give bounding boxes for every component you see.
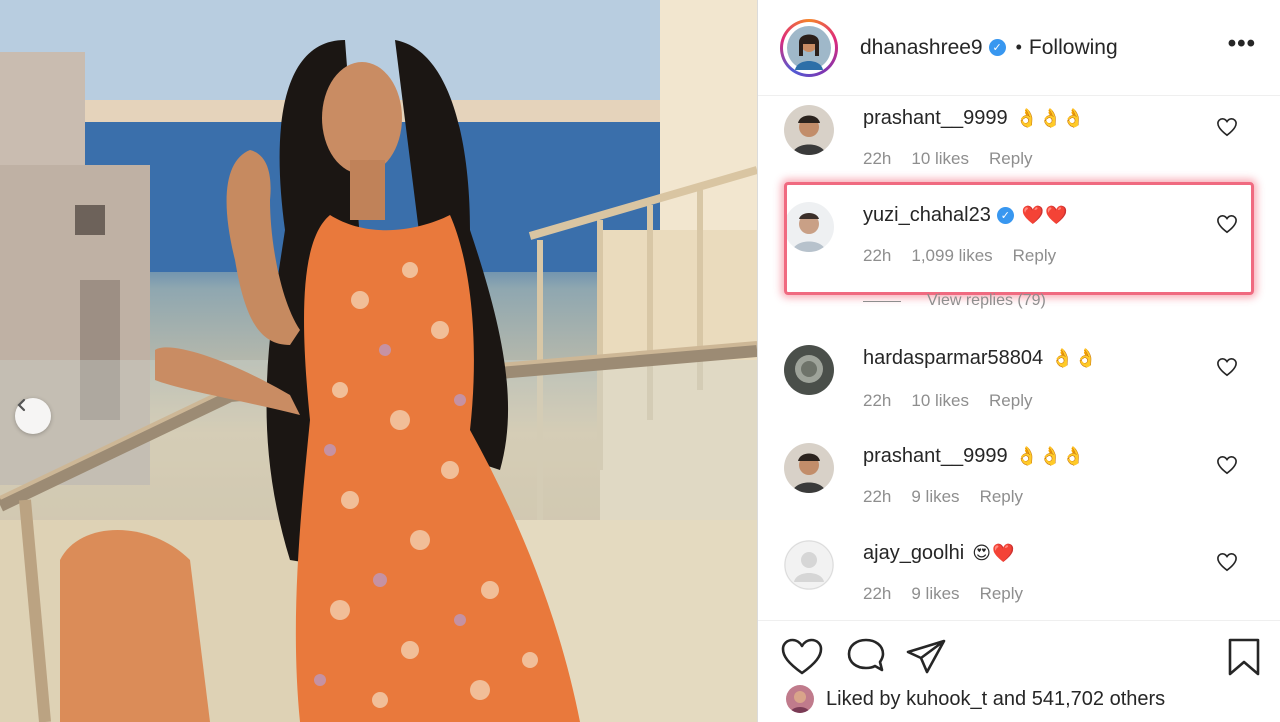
comment-text: 👌👌 [1051, 348, 1098, 368]
comment-username[interactable]: prashant__9999 [863, 107, 1008, 130]
chevron-left-icon [17, 398, 26, 412]
verified-badge-icon: ✓ [988, 39, 1006, 56]
comment-bubble-icon[interactable] [844, 637, 888, 677]
reply-button[interactable]: Reply [989, 391, 1032, 411]
comment-username[interactable]: hardasparmar58804 [863, 347, 1043, 370]
avatar-image [786, 685, 814, 713]
comment-age: 22h [863, 391, 892, 410]
avatar-image [784, 443, 834, 493]
comment-list[interactable]: prashant__9999 👌👌👌 22h 10 likes Reply yu… [758, 97, 1280, 619]
like-comment-heart-icon[interactable] [1216, 455, 1238, 475]
liked-by-prefix: Liked by [826, 687, 901, 710]
post-actions: Liked by kuhook_t and 541,702 others [758, 620, 1280, 722]
separator-dot: • [1015, 37, 1022, 57]
comment-username[interactable]: ajay_goolhi [863, 542, 964, 565]
instagram-post-view: dhanashree9 ✓ • Following ••• prashant__… [0, 0, 1280, 722]
author-avatar[interactable] [780, 18, 838, 77]
comment-item: ajay_goolhi 😍❤️ 22h 9 likes Reply [758, 534, 1280, 619]
highlight-box [784, 182, 1254, 295]
save-bookmark-icon[interactable] [1222, 637, 1266, 677]
comment-text: 👌👌👌 [1015, 108, 1086, 128]
commenter-avatar[interactable] [784, 105, 834, 155]
liked-by-and: and [992, 687, 1027, 710]
avatar-image [784, 105, 834, 155]
share-send-icon[interactable] [904, 637, 948, 677]
like-heart-icon[interactable] [780, 637, 824, 677]
previous-photo-button[interactable] [15, 398, 51, 434]
like-comment-heart-icon[interactable] [1216, 552, 1238, 572]
comment-item: hardasparmar58804 👌👌 22h 10 likes Reply [758, 339, 1280, 429]
comment-age: 22h [863, 149, 892, 168]
reply-button[interactable]: Reply [989, 149, 1032, 169]
comment-age: 22h [863, 487, 892, 506]
post-header: dhanashree9 ✓ • Following ••• [758, 0, 1280, 96]
more-options-icon[interactable]: ••• [1228, 32, 1256, 56]
comment-age: 22h [863, 584, 892, 603]
reply-button[interactable]: Reply [980, 487, 1023, 507]
like-comment-heart-icon[interactable] [1216, 357, 1238, 377]
comment-text: 👌👌👌 [1015, 446, 1086, 466]
liker-avatar [786, 685, 814, 713]
following-button[interactable]: Following [1029, 36, 1118, 60]
liked-by-user[interactable]: kuhook_t [906, 688, 987, 711]
reply-button[interactable]: Reply [980, 584, 1023, 604]
view-replies-label: View replies (79) [927, 292, 1046, 309]
photo-illustration [0, 0, 757, 722]
like-comment-heart-icon[interactable] [1216, 117, 1238, 137]
comment-likes[interactable]: 10 likes [911, 149, 969, 169]
view-replies-link[interactable]: View replies (79) [863, 292, 1046, 310]
commenter-avatar[interactable] [784, 345, 834, 395]
commenter-avatar[interactable] [784, 443, 834, 493]
author-avatar-image [787, 25, 831, 70]
commenter-avatar[interactable] [784, 540, 834, 590]
comment-likes[interactable]: 9 likes [911, 584, 959, 604]
author-username[interactable]: dhanashree9 [860, 36, 983, 60]
comments-panel: dhanashree9 ✓ • Following ••• prashant__… [757, 0, 1280, 722]
comment-item: prashant__9999 👌👌👌 22h 9 likes Reply [758, 437, 1280, 527]
comment-text: 😍❤️ [972, 543, 1016, 563]
post-photo[interactable] [0, 0, 757, 722]
default-avatar-icon [784, 540, 834, 590]
comment-item: prashant__9999 👌👌👌 22h 10 likes Reply [758, 97, 1280, 187]
replies-divider [863, 300, 901, 302]
liked-by-summary[interactable]: Liked by kuhook_t and 541,702 others [786, 685, 1165, 713]
comment-likes[interactable]: 9 likes [911, 487, 959, 507]
avatar-image [784, 345, 834, 395]
liked-by-others[interactable]: 541,702 others [1032, 688, 1165, 711]
comment-username[interactable]: prashant__9999 [863, 445, 1008, 468]
comment-likes[interactable]: 10 likes [911, 391, 969, 411]
